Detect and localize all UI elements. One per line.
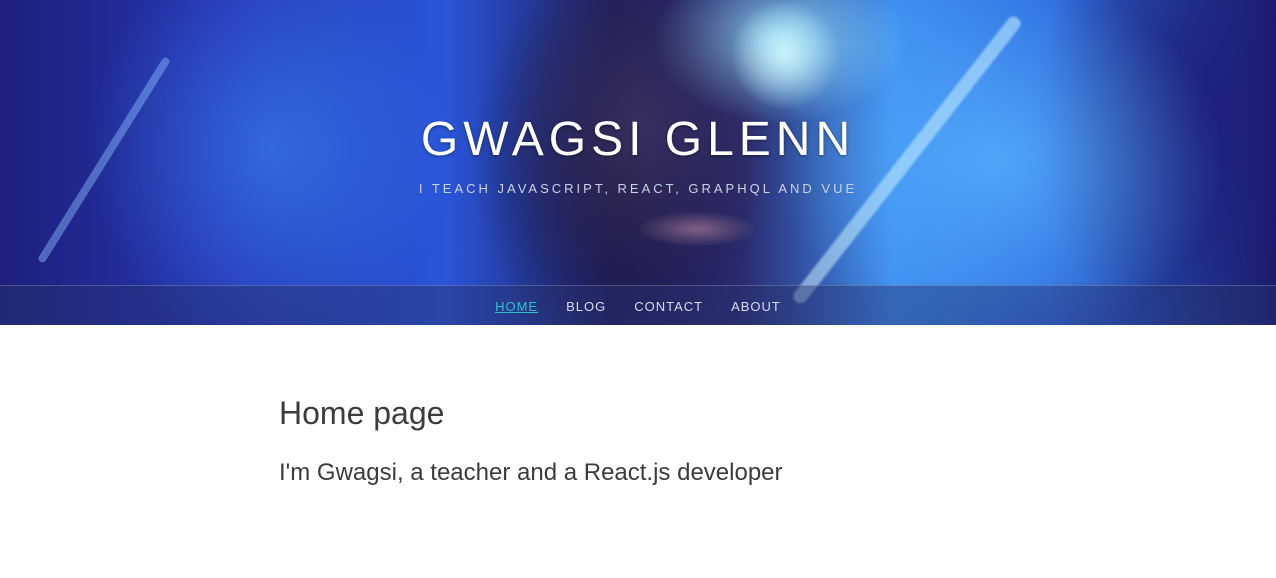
hero-banner: GWAGSI GLENN I TEACH JAVASCRIPT, REACT, … [0,0,1276,325]
hero-background-light [730,0,840,110]
page-title: Home page [279,395,445,431]
hero-background-detail [640,212,755,246]
nav-about-link[interactable]: ABOUT [731,299,781,314]
nav-blog-link[interactable]: BLOG [566,299,606,314]
intro-text: I'm Gwagsi, a teacher and a React.js dev… [279,459,783,486]
nav-home-link[interactable]: HOME [495,299,538,314]
main-navigation: HOME BLOG CONTACT ABOUT [0,285,1276,325]
site-title[interactable]: GWAGSI GLENN [0,112,1276,167]
nav-contact-link[interactable]: CONTACT [634,299,703,314]
main-content: Home page I'm Gwagsi, a teacher and a Re… [279,395,999,487]
site-tagline: I TEACH JAVASCRIPT, REACT, GRAPHQL AND V… [418,181,858,196]
